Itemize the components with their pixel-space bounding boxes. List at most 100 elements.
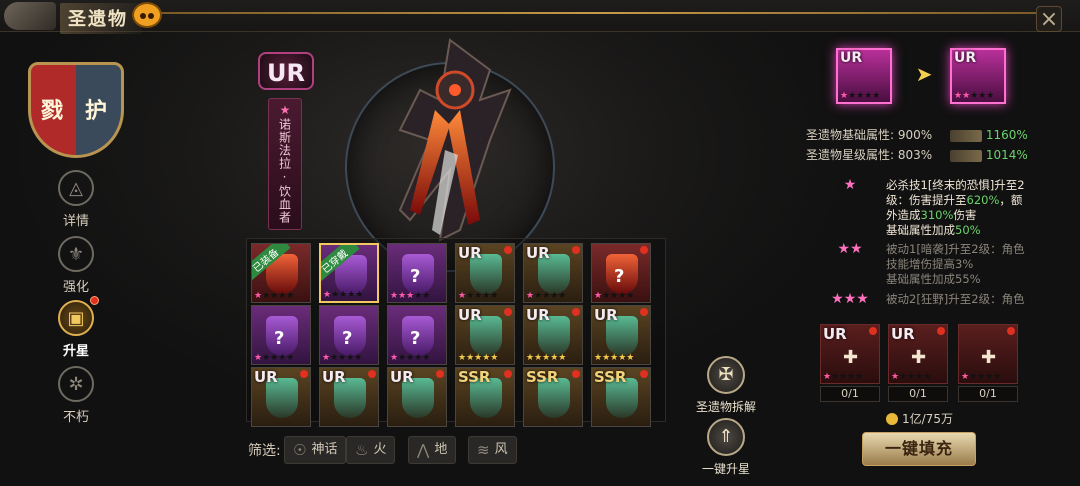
skill-line: ，额 — [999, 193, 1023, 207]
plus-icon: ✚ — [981, 347, 997, 368]
dismantle-button[interactable]: ✠ 圣遗物拆解 — [684, 356, 768, 415]
nav-star-up[interactable]: ▣ 升星 — [40, 300, 112, 359]
one-click-star-up-button[interactable]: ⇑ 一键升星 — [684, 418, 768, 477]
myth-icon: ☉ — [293, 441, 307, 459]
rank-label: SSR — [526, 368, 559, 386]
relic-name-text: 诺斯法拉·饮血者 — [277, 118, 292, 224]
top-bar — [0, 0, 1080, 32]
rank-label: UR — [526, 306, 550, 324]
material-count: 0/1 — [820, 386, 880, 402]
increase-arrow-icon — [950, 149, 983, 162]
relic-slot[interactable]: SSR — [455, 367, 515, 427]
skill-line: 级：伤害提升至 — [886, 193, 967, 207]
relic-slot[interactable]: UR — [387, 367, 447, 427]
filter-myth-button[interactable]: ☉ 神话 — [284, 436, 347, 464]
relic-slot[interactable]: UR ★★★★★ — [523, 305, 583, 365]
rank-label: UR — [840, 50, 863, 66]
relic-slot[interactable]: UR — [319, 367, 379, 427]
material-slot-2[interactable]: UR ✚ ★★★★★ — [888, 324, 948, 384]
relic-star: ★ — [278, 103, 292, 118]
notification-dot — [572, 308, 580, 316]
relic-slot[interactable]: ? ★★★★★ — [387, 305, 447, 365]
faction-shield[interactable]: 戮 护 — [28, 62, 124, 158]
relic-slot[interactable]: UR ★★★★★ — [591, 305, 651, 365]
star-rating: ★★★★★ — [891, 372, 932, 382]
notification-dot — [572, 246, 580, 254]
stat-value: 900% — [897, 128, 933, 142]
wind-icon: ≋ — [477, 441, 490, 459]
skill-line: 必杀技1[终末的恐惧]升至2 — [886, 178, 1025, 192]
star-rating: ★★★★★ — [390, 291, 431, 301]
notification-dot — [1007, 327, 1015, 335]
notification-dot — [572, 370, 580, 378]
star-attr-row: 圣遗物星级属性: 803% 1014% — [806, 146, 1028, 163]
unknown-icon: ? — [410, 328, 421, 349]
notification-dot — [640, 370, 648, 378]
relic-slot[interactable]: ? ★★★★★ — [251, 305, 311, 365]
filter-label-text: 地 — [434, 442, 448, 457]
notification-dot — [504, 246, 512, 254]
relic-slot[interactable]: ? ★★★★★ — [591, 243, 651, 303]
notification-dot — [90, 296, 99, 305]
stat-next-value: 1014% — [985, 148, 1028, 162]
skill-line: 外造成 — [886, 208, 921, 222]
material-count: 0/1 — [958, 386, 1018, 402]
skill-value: 310% — [920, 208, 954, 222]
filter-earth-button[interactable]: ⋀ 地 — [408, 436, 457, 464]
skill-text: 必杀技1[终末的恐惧]升至2 级：伤害提升至620%，额 外造成310%伤害 基… — [886, 178, 1080, 238]
relic-slot[interactable]: UR ★★★★★ — [455, 305, 515, 365]
relic-slot[interactable]: ? ★★★★★ — [387, 243, 447, 303]
material-slot-1[interactable]: UR ✚ ★★★★★ — [820, 324, 880, 384]
rank-label: UR — [891, 325, 915, 343]
relic-slot[interactable]: UR — [251, 367, 311, 427]
relic-slot[interactable]: ? ★★★★★ — [319, 305, 379, 365]
relic-slot[interactable]: UR ★★★★★ — [523, 243, 583, 303]
plus-icon: ✚ — [911, 347, 927, 368]
shield-right-char: 护 — [85, 99, 108, 124]
dismantle-label: 圣遗物拆解 — [695, 400, 756, 414]
skill-text: 被动1[暗袭]升至2级：角色 技能增伤提高3% 基础属性加成55% — [886, 242, 1080, 287]
rank-label: SSR — [594, 368, 627, 386]
relic-slot[interactable]: UR ★★★★★ — [455, 243, 515, 303]
star-level: ★★ — [837, 241, 863, 257]
nav-details[interactable]: ◬ 详情 — [40, 170, 112, 229]
rank-label: UR — [954, 50, 977, 66]
filter-wind-button[interactable]: ≋ 风 — [468, 436, 517, 464]
star-rating: ★★★★★ — [594, 291, 635, 301]
dragon-emblem-icon — [4, 2, 56, 30]
nav-label: 详情 — [62, 214, 89, 229]
rank-label: SSR — [458, 368, 491, 386]
skill-value: 50% — [955, 223, 981, 237]
star-rating: ★★★★★ — [594, 353, 635, 363]
star-rating: ★★★★★ — [458, 353, 499, 363]
coin-icon — [886, 413, 898, 425]
notification-dot — [640, 308, 648, 316]
rank-label: UR — [594, 306, 618, 324]
relic-slot[interactable]: SSR — [591, 367, 651, 427]
one-click-fill-button[interactable]: 一键填充 — [862, 432, 976, 466]
close-button[interactable]: × — [1036, 6, 1062, 32]
material-slot-3[interactable]: ✚ ★★★★★ — [958, 324, 1018, 384]
skill-line: 伤害 — [953, 208, 977, 222]
skill-line: 被动2[狂野]升至2级：角色 — [886, 292, 1025, 306]
next-relic-card: UR ★★★★★ — [950, 48, 1006, 104]
gold-cost-text: 1亿/75万 — [902, 412, 953, 426]
skill-line: 基础属性加成55% — [886, 272, 981, 286]
relic-slot[interactable]: 已装备 ★★★★★ — [251, 243, 311, 303]
rank-label: UR — [322, 368, 346, 386]
unknown-icon: ? — [410, 266, 421, 287]
eye-triangle-icon: ◬ — [58, 170, 94, 206]
relic-rank-badge: UR — [258, 52, 314, 90]
stat-label: 圣遗物星级属性: — [806, 148, 895, 162]
star-rating: ★★★★★ — [323, 290, 364, 300]
upgrade-arrow-icon: ➤ — [915, 62, 933, 86]
star-rating: ★★★★★ — [254, 353, 295, 363]
relic-slot[interactable]: 已穿戴 ★★★★★ — [319, 243, 379, 303]
relic-slot[interactable]: SSR — [523, 367, 583, 427]
earth-icon: ⋀ — [417, 441, 430, 459]
nav-immortal[interactable]: ✲ 不朽 — [40, 366, 112, 425]
shield-crest-icon: ⚜ — [58, 236, 94, 272]
filter-fire-button[interactable]: ♨ 火 — [346, 436, 396, 464]
nav-enhance[interactable]: ⚜ 强化 — [40, 236, 112, 295]
stat-next-value: 1160% — [985, 128, 1028, 142]
